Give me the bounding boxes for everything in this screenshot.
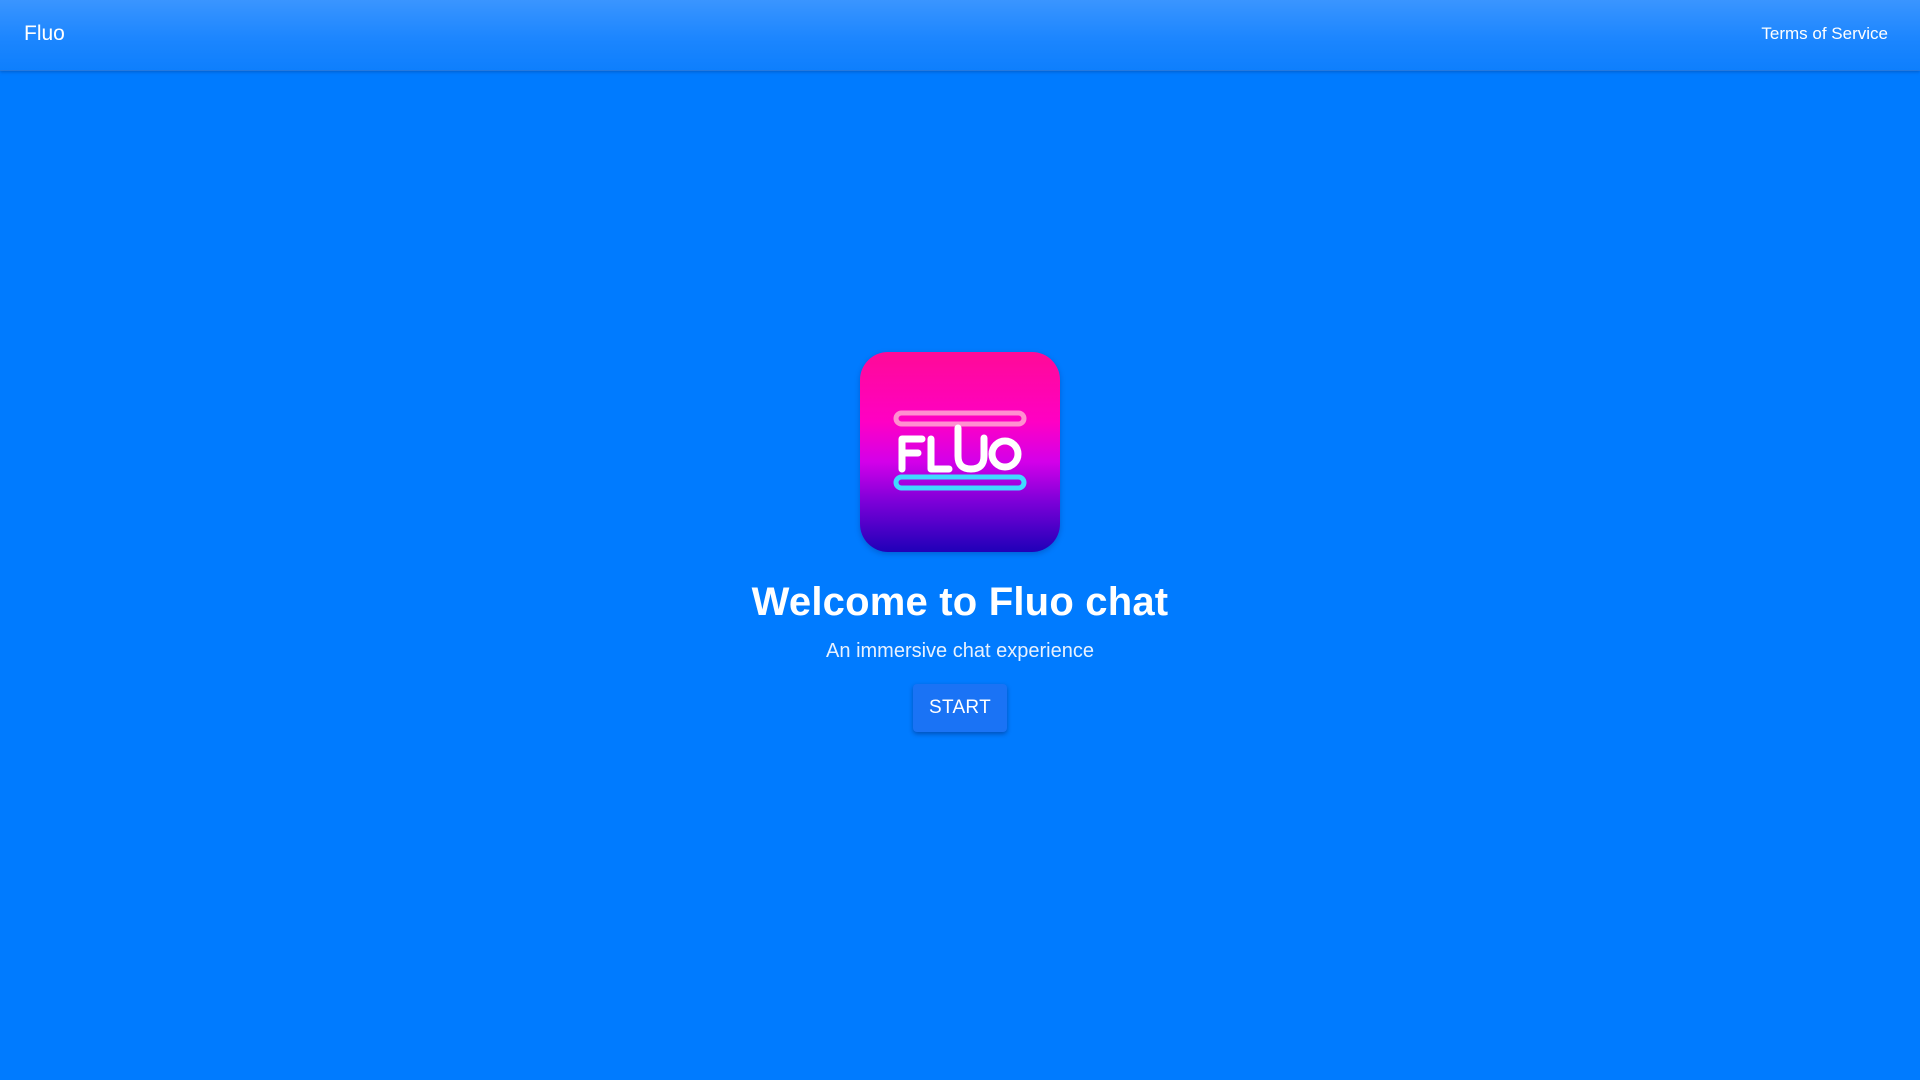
fluo-neon-logo-icon bbox=[893, 410, 1027, 491]
welcome-title: Welcome to Fluo chat bbox=[751, 580, 1169, 624]
terms-of-service-link[interactable]: Terms of Service bbox=[1761, 22, 1888, 46]
welcome-subtitle: An immersive chat experience bbox=[826, 640, 1094, 662]
welcome-hero: Welcome to Fluo chat An immersive chat e… bbox=[0, 352, 1920, 732]
fluo-logo bbox=[860, 352, 1060, 552]
start-button[interactable]: START bbox=[913, 684, 1007, 732]
brand-title[interactable]: Fluo bbox=[24, 20, 65, 48]
top-app-bar: Fluo Terms of Service bbox=[0, 0, 1920, 71]
welcome-page: Fluo Terms of Service Welcome to Fluo ch… bbox=[0, 0, 1920, 1080]
